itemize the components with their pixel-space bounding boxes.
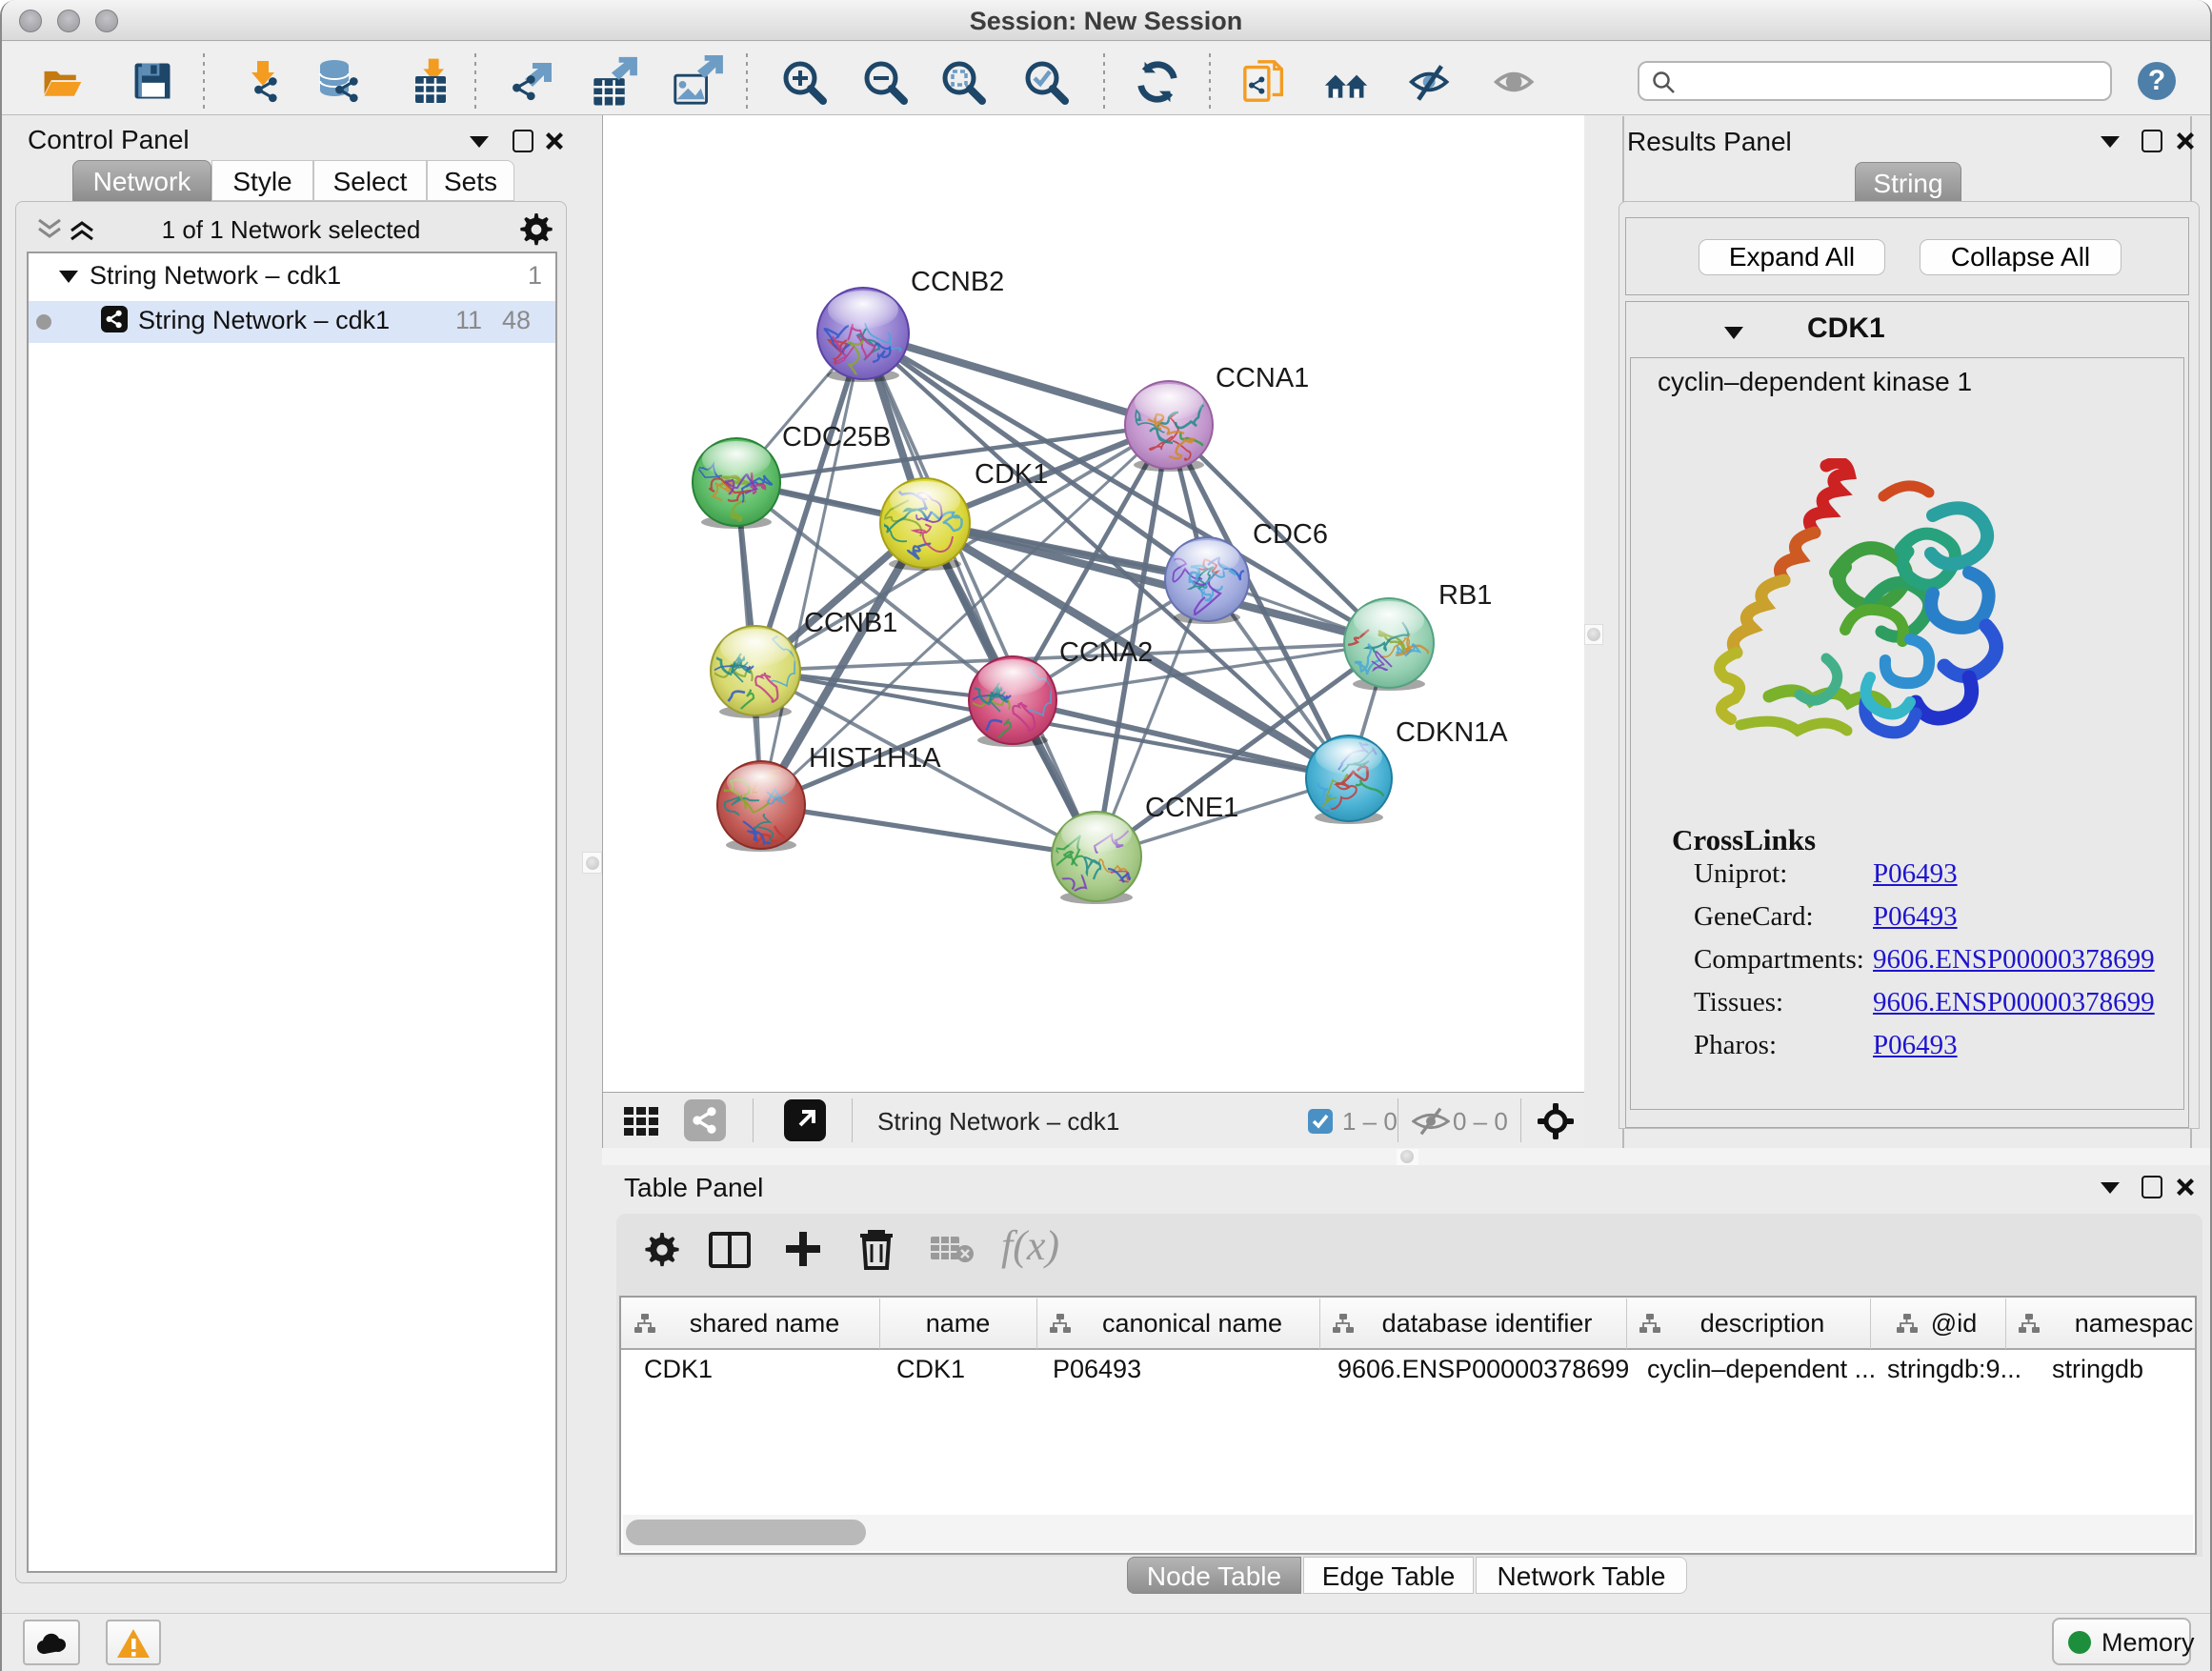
- svg-text:CDKN1A: CDKN1A: [1396, 717, 1508, 748]
- svg-text:CCNB1: CCNB1: [804, 608, 897, 638]
- svg-text:HIST1H1A: HIST1H1A: [809, 743, 941, 774]
- svg-text:CCNB2: CCNB2: [911, 267, 1004, 297]
- svg-text:CCNA2: CCNA2: [1059, 637, 1153, 668]
- svg-text:CCNE1: CCNE1: [1145, 793, 1238, 823]
- svg-text:CDC25B: CDC25B: [782, 422, 891, 453]
- svg-text:CCNA1: CCNA1: [1216, 363, 1309, 393]
- svg-text:CDK1: CDK1: [975, 459, 1048, 490]
- svg-text:CDC6: CDC6: [1253, 519, 1328, 550]
- svg-text:RB1: RB1: [1438, 580, 1492, 611]
